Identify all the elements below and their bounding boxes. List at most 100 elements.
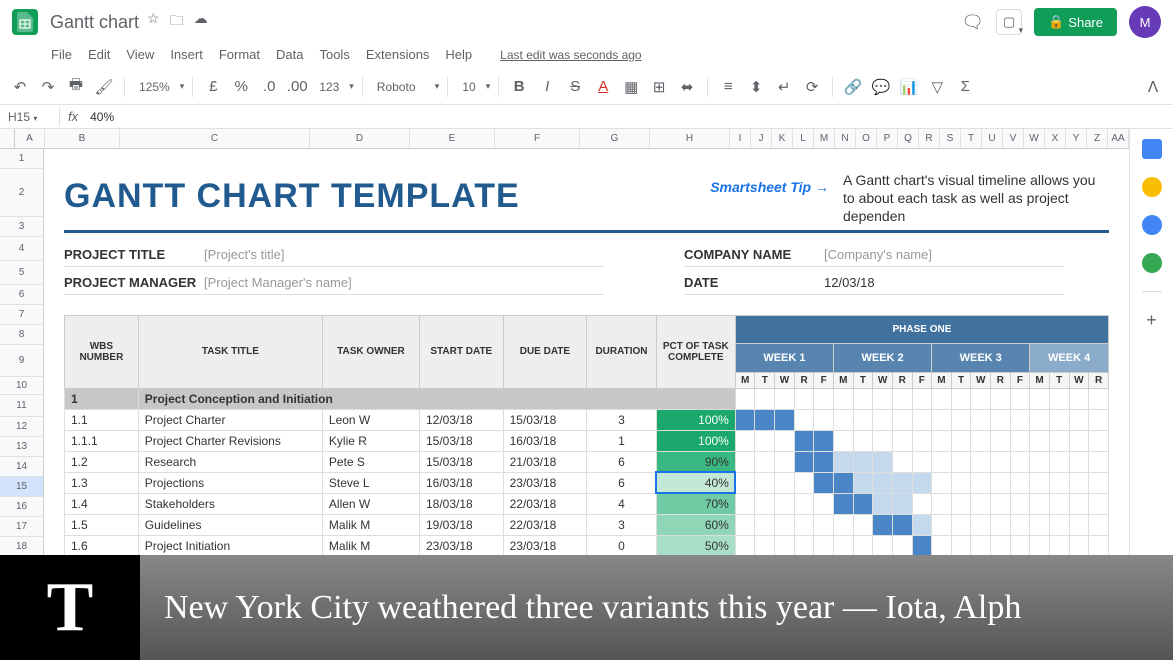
col-header[interactable]: X <box>1045 129 1066 148</box>
col-header[interactable]: E <box>410 129 495 148</box>
project-title-value[interactable]: [Project's title] <box>204 247 285 262</box>
sheets-logo-icon[interactable] <box>12 9 38 35</box>
font-size[interactable]: 10 <box>456 80 481 94</box>
borders-icon[interactable]: ⊞ <box>647 75 671 99</box>
comment-icon[interactable]: 💬 <box>869 75 893 99</box>
menu-help[interactable]: Help <box>438 44 479 65</box>
col-header[interactable]: T <box>961 129 982 148</box>
menu-edit[interactable]: Edit <box>81 44 117 65</box>
row-header[interactable]: 3 <box>0 217 44 237</box>
functions-icon[interactable]: Σ <box>953 75 977 99</box>
row-header[interactable]: 4 <box>0 237 44 261</box>
move-icon[interactable]: 🗀 <box>170 10 184 34</box>
number-format[interactable]: 123 <box>313 80 345 94</box>
col-header[interactable]: I <box>730 129 751 148</box>
col-header[interactable]: O <box>856 129 877 148</box>
table-row[interactable]: 1.2ResearchPete S15/03/1821/03/18690% <box>65 451 1109 472</box>
company-value[interactable]: [Company's name] <box>824 247 932 262</box>
table-row[interactable]: 1.3ProjectionsSteve L16/03/1823/03/18640… <box>65 472 1109 493</box>
col-header[interactable]: V <box>1003 129 1024 148</box>
valign-icon[interactable]: ⬍ <box>744 75 768 99</box>
rotate-icon[interactable]: ⟳ <box>800 75 824 99</box>
row-header[interactable]: 13 <box>0 437 44 457</box>
sheet-content[interactable]: GANTT CHART TEMPLATE Smartsheet Tip → A … <box>44 149 1129 557</box>
table-row[interactable]: 1.1Project CharterLeon W12/03/1815/03/18… <box>65 409 1109 430</box>
print-icon[interactable]: 🖶 <box>64 75 88 99</box>
date-value[interactable]: 12/03/18 <box>824 275 875 290</box>
collapse-toolbar-icon[interactable]: ᐱ <box>1141 75 1165 99</box>
cloud-icon[interactable]: ☁ <box>194 10 208 34</box>
star-icon[interactable]: ☆ <box>147 10 160 34</box>
name-box[interactable]: H15 ▾ <box>0 108 60 126</box>
col-header[interactable]: P <box>877 129 898 148</box>
undo-icon[interactable]: ↶ <box>8 75 32 99</box>
paint-format-icon[interactable]: 🖌 <box>92 75 116 99</box>
col-header[interactable]: Y <box>1066 129 1087 148</box>
col-header[interactable]: N <box>835 129 856 148</box>
currency-icon[interactable]: £ <box>201 75 225 99</box>
col-header[interactable]: Q <box>898 129 919 148</box>
row-header[interactable]: 17 <box>0 517 44 537</box>
menu-extensions[interactable]: Extensions <box>359 44 437 65</box>
row-header[interactable]: 16 <box>0 497 44 517</box>
row-header[interactable]: 18 <box>0 537 44 557</box>
last-edit-link[interactable]: Last edit was seconds ago <box>493 45 648 65</box>
col-header[interactable]: U <box>982 129 1003 148</box>
col-header[interactable]: S <box>940 129 961 148</box>
italic-icon[interactable]: I <box>535 75 559 99</box>
redo-icon[interactable]: ↷ <box>36 75 60 99</box>
col-header[interactable]: B <box>45 129 120 148</box>
col-header[interactable]: G <box>580 129 650 148</box>
row-header[interactable]: 15 <box>0 477 44 497</box>
dec-decrease-icon[interactable]: .0 <box>257 75 281 99</box>
doc-title[interactable]: Gantt chart <box>50 12 139 33</box>
account-avatar[interactable]: M <box>1129 6 1161 38</box>
font-select[interactable]: Roboto <box>371 80 431 94</box>
merge-icon[interactable]: ⬌ <box>675 75 699 99</box>
row-header[interactable]: 11 <box>0 395 44 417</box>
table-row[interactable]: 1.5GuidelinesMalik M19/03/1822/03/18360% <box>65 514 1109 535</box>
table-row[interactable]: 1.4StakeholdersAllen W18/03/1822/03/1847… <box>65 493 1109 514</box>
tasks-icon[interactable] <box>1142 215 1162 235</box>
col-header[interactable]: H <box>650 129 730 148</box>
row-header[interactable]: 1 <box>0 149 44 169</box>
gantt-table[interactable]: WBS NUMBERTASK TITLETASK OWNERSTART DATE… <box>64 315 1109 557</box>
col-header[interactable]: W <box>1024 129 1045 148</box>
text-color-icon[interactable]: A <box>591 75 615 99</box>
select-all-corner[interactable] <box>0 129 15 148</box>
link-icon[interactable]: 🔗 <box>841 75 865 99</box>
col-header[interactable]: R <box>919 129 940 148</box>
table-row[interactable]: 1.1.1Project Charter RevisionsKylie R15/… <box>65 430 1109 451</box>
col-header[interactable]: D <box>310 129 410 148</box>
halign-icon[interactable]: ≡ <box>716 75 740 99</box>
menu-format[interactable]: Format <box>212 44 267 65</box>
present-icon[interactable]: ▢▾ <box>996 9 1022 35</box>
comment-history-icon[interactable]: 🗨 <box>961 12 984 33</box>
pm-value[interactable]: [Project Manager's name] <box>204 275 352 290</box>
dec-increase-icon[interactable]: .00 <box>285 75 309 99</box>
menu-file[interactable]: File <box>44 44 79 65</box>
row-header[interactable]: 12 <box>0 417 44 437</box>
col-header[interactable]: AA <box>1108 129 1129 148</box>
col-header[interactable]: J <box>751 129 772 148</box>
wrap-icon[interactable]: ↵ <box>772 75 796 99</box>
calendar-icon[interactable] <box>1142 139 1162 159</box>
row-header[interactable]: 6 <box>0 285 44 305</box>
add-panel-icon[interactable]: + <box>1142 310 1162 330</box>
menu-tools[interactable]: Tools <box>312 44 356 65</box>
row-header[interactable]: 5 <box>0 261 44 285</box>
keep-icon[interactable] <box>1142 177 1162 197</box>
zoom-select[interactable]: 125% <box>133 80 176 94</box>
bold-icon[interactable]: B <box>507 75 531 99</box>
contacts-icon[interactable] <box>1142 253 1162 273</box>
share-button[interactable]: 🔒Share <box>1034 8 1117 36</box>
menu-view[interactable]: View <box>119 44 161 65</box>
smartsheet-tip-link[interactable]: Smartsheet Tip → <box>710 159 829 195</box>
row-header[interactable]: 10 <box>0 377 44 395</box>
col-header[interactable]: C <box>120 129 310 148</box>
menu-data[interactable]: Data <box>269 44 310 65</box>
col-header[interactable]: L <box>793 129 814 148</box>
row-header[interactable]: 2 <box>0 169 44 217</box>
percent-icon[interactable]: % <box>229 75 253 99</box>
row-header[interactable]: 7 <box>0 305 44 325</box>
